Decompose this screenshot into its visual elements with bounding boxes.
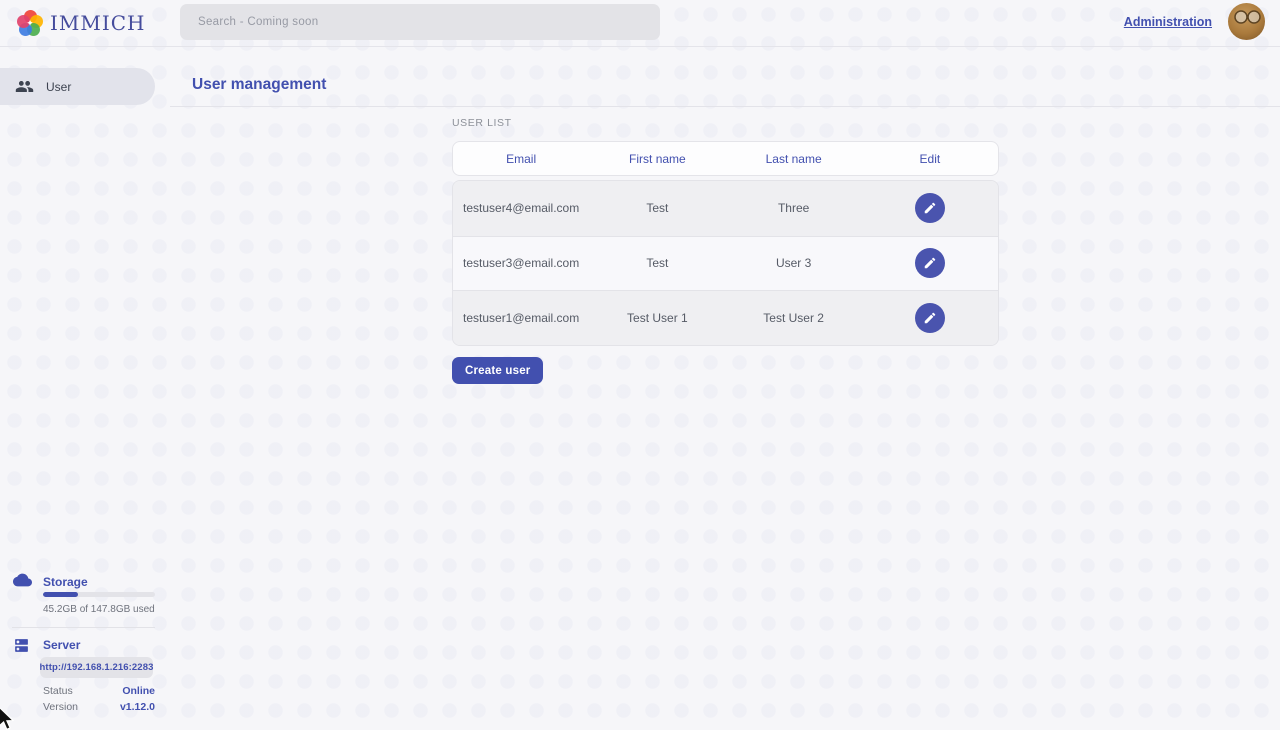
top-bar: ✦ IMMICH Administration — [0, 0, 1280, 47]
server-version-label: Version — [43, 701, 78, 713]
panel-divider — [12, 627, 155, 628]
server-version-value: v1.12.0 — [120, 701, 155, 713]
table-row: testuser1@email.com Test User 1 Test Use… — [453, 290, 998, 345]
user-avatar[interactable] — [1228, 3, 1265, 40]
storage-progress-bar — [43, 592, 155, 597]
mouse-cursor — [0, 707, 15, 730]
search-input[interactable] — [198, 16, 660, 28]
page-title: User management — [192, 76, 326, 94]
administration-link[interactable]: Administration — [1124, 15, 1212, 29]
column-header-first-name: First name — [589, 152, 725, 166]
server-status-value: Online — [122, 685, 155, 697]
sidebar-item-users[interactable]: User — [0, 68, 155, 105]
storage-progress-fill — [43, 592, 78, 597]
server-status-label: Status — [43, 685, 73, 697]
cell-last-name: Test User 2 — [726, 311, 862, 325]
edit-user-button[interactable] — [915, 303, 945, 333]
table-row: testuser4@email.com Test Three — [453, 181, 998, 236]
table-row: testuser3@email.com Test User 3 — [453, 236, 998, 291]
cell-first-name: Test User 1 — [589, 311, 725, 325]
user-table-header: Email First name Last name Edit — [452, 141, 999, 176]
group-icon — [15, 77, 34, 96]
logo-link[interactable]: ✦ IMMICH — [17, 10, 146, 36]
column-header-last-name: Last name — [726, 152, 862, 166]
search-bar[interactable] — [180, 4, 660, 40]
column-header-email: Email — [453, 152, 589, 166]
column-header-edit: Edit — [862, 152, 998, 166]
cloud-icon — [13, 573, 32, 587]
sidebar-item-label: User — [46, 80, 71, 94]
immich-logo-icon: ✦ — [17, 10, 43, 36]
logo-text: IMMICH — [50, 11, 146, 35]
logo-star-icon: ✦ — [17, 10, 43, 36]
storage-title: Storage — [43, 575, 88, 589]
create-user-button[interactable]: Create user — [452, 357, 543, 384]
server-icon — [13, 637, 30, 654]
cell-email: testuser1@email.com — [453, 311, 589, 325]
cell-last-name: Three — [726, 201, 862, 215]
cell-last-name: User 3 — [726, 256, 862, 270]
user-table: testuser4@email.com Test Three testuser3… — [452, 180, 999, 346]
pencil-icon — [923, 201, 937, 215]
server-url-badge: http://192.168.1.216:2283 — [40, 657, 153, 678]
user-list-label: USER LIST — [452, 117, 512, 129]
title-divider — [170, 106, 1280, 107]
cell-first-name: Test — [589, 256, 725, 270]
pencil-icon — [923, 256, 937, 270]
cell-first-name: Test — [589, 201, 725, 215]
pencil-icon — [923, 311, 937, 325]
edit-user-button[interactable] — [915, 248, 945, 278]
cell-email: testuser3@email.com — [453, 256, 589, 270]
glasses-icon — [1232, 9, 1262, 25]
server-title: Server — [43, 638, 80, 652]
edit-user-button[interactable] — [915, 193, 945, 223]
cell-email: testuser4@email.com — [453, 201, 589, 215]
storage-usage-text: 45.2GB of 147.8GB used — [43, 604, 155, 615]
